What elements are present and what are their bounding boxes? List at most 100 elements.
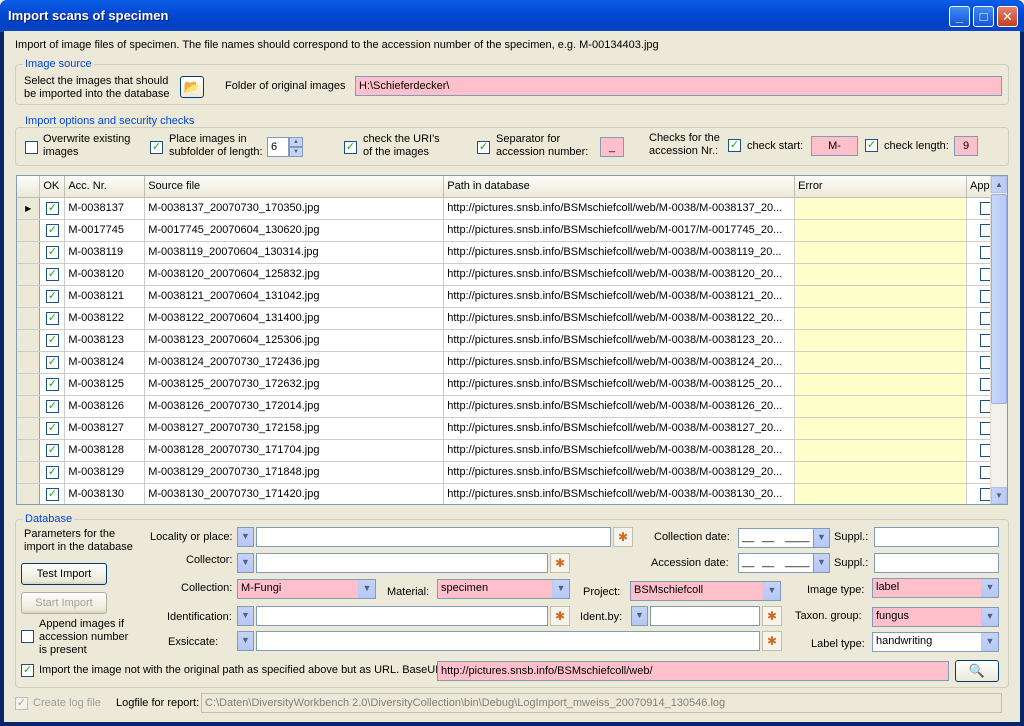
source-file-cell[interactable]: M-0038126_20070730_172014.jpg — [144, 395, 445, 418]
ok-checkbox[interactable]: ✓ — [45, 201, 59, 215]
column-header-acc-nr[interactable]: Acc. Nr. — [64, 176, 146, 198]
ok-checkbox[interactable]: ✓ — [45, 421, 59, 435]
row-header[interactable] — [17, 461, 41, 484]
source-file-cell[interactable]: M-0038120_20070604_125832.jpg — [144, 263, 445, 286]
ok-checkbox[interactable]: ✓ — [45, 245, 59, 259]
ok-checkbox[interactable]: ✓ — [45, 443, 59, 457]
path-cell[interactable]: http://pictures.snsb.info/BSMschiefcoll/… — [443, 329, 796, 352]
minimize-button[interactable]: _ — [949, 6, 970, 27]
source-file-cell[interactable]: M-0038125_20070730_172632.jpg — [144, 373, 445, 396]
path-cell[interactable]: http://pictures.snsb.info/BSMschiefcoll/… — [443, 351, 796, 374]
accession-date-picker[interactable]: __ __ ____ — [738, 553, 815, 573]
acc-nr-cell[interactable]: M-0038124 — [64, 351, 146, 374]
path-cell[interactable]: http://pictures.snsb.info/BSMschiefcoll/… — [443, 307, 796, 330]
collection-combo[interactable]: M-Fungi ▼ — [237, 579, 376, 599]
chevron-down-icon[interactable]: ▼ — [763, 582, 780, 600]
column-header-path[interactable]: Path in database — [443, 176, 796, 198]
separator-checkbox[interactable]: ✓ — [477, 141, 490, 154]
baseurl-checkbox[interactable]: ✓ — [21, 664, 34, 677]
check-uri-checkbox[interactable]: ✓ — [344, 141, 357, 154]
identification-picker-icon[interactable]: ✱ — [550, 606, 570, 626]
column-header-source-file[interactable]: Source file — [144, 176, 445, 198]
scroll-thumb[interactable] — [991, 194, 1007, 404]
check-length-input[interactable]: 9 — [954, 136, 978, 156]
path-cell[interactable]: http://pictures.snsb.info/BSMschiefcoll/… — [443, 395, 796, 418]
error-cell[interactable] — [794, 461, 968, 484]
subfolder-checkbox[interactable]: ✓ — [150, 141, 163, 154]
separator-input[interactable]: _ — [600, 137, 624, 157]
source-file-cell[interactable]: M-0038127_20070730_172158.jpg — [144, 417, 445, 440]
maximize-button[interactable]: □ — [973, 6, 994, 27]
error-cell[interactable] — [794, 439, 968, 462]
acc-nr-cell[interactable]: M-0038128 — [64, 439, 146, 462]
start-import-button[interactable]: Start Import — [21, 592, 107, 614]
collection-date-dropdown-icon[interactable]: ▼ — [813, 528, 830, 548]
row-header[interactable] — [17, 285, 41, 308]
table-row[interactable]: ✓ M-0038127 M-0038127_20070730_172158.jpg h… — [17, 417, 1007, 440]
path-cell[interactable]: http://pictures.snsb.info/BSMschiefcoll/… — [443, 417, 796, 440]
source-file-cell[interactable]: M-0038129_20070730_171848.jpg — [144, 461, 445, 484]
collection-date-picker[interactable]: __ __ ____ — [738, 528, 815, 548]
acc-nr-cell[interactable]: M-0038119 — [64, 241, 146, 264]
collector-dropdown-icon[interactable]: ▼ — [237, 553, 254, 573]
spin-up-icon[interactable]: ▲ — [289, 137, 303, 147]
check-start-input[interactable]: M- — [811, 136, 858, 156]
table-row[interactable]: ▶ ✓ M-0038137 M-0038137_20070730_170350.jpg… — [17, 197, 1007, 220]
row-header[interactable] — [17, 351, 41, 374]
error-cell[interactable] — [794, 373, 968, 396]
acc-nr-cell[interactable]: M-0038121 — [64, 285, 146, 308]
collector-picker-icon[interactable]: ✱ — [550, 553, 570, 573]
search-icon[interactable]: 🔍 — [955, 660, 999, 682]
chevron-down-icon[interactable]: ▼ — [552, 580, 569, 598]
identby-dropdown-icon[interactable]: ▼ — [631, 606, 648, 626]
table-row[interactable]: ✓ M-0038129 M-0038129_20070730_171848.jpg h… — [17, 461, 1007, 484]
error-cell[interactable] — [794, 307, 968, 330]
acc-nr-cell[interactable]: M-0038125 — [64, 373, 146, 396]
overwrite-checkbox[interactable] — [25, 141, 38, 154]
source-file-cell[interactable]: M-0038130_20070730_171420.jpg — [144, 483, 445, 504]
path-cell[interactable]: http://pictures.snsb.info/BSMschiefcoll/… — [443, 461, 796, 484]
identification-input[interactable] — [256, 606, 548, 626]
image-type-combo[interactable]: label ▼ — [872, 578, 999, 598]
error-cell[interactable] — [794, 417, 968, 440]
chevron-down-icon[interactable]: ▼ — [981, 608, 998, 626]
check-length-checkbox[interactable]: ✓ — [865, 139, 878, 152]
row-header[interactable] — [17, 307, 41, 330]
row-header[interactable] — [17, 483, 41, 504]
acc-nr-cell[interactable]: M-0038130 — [64, 483, 146, 504]
material-combo[interactable]: specimen ▼ — [437, 579, 570, 599]
error-cell[interactable] — [794, 219, 968, 242]
error-cell[interactable] — [794, 241, 968, 264]
ok-checkbox[interactable]: ✓ — [45, 355, 59, 369]
subfolder-length-stepper[interactable]: ▲ ▼ — [289, 137, 303, 157]
path-cell[interactable]: http://pictures.snsb.info/BSMschiefcoll/… — [443, 373, 796, 396]
label-type-combo[interactable]: handwriting ▼ — [872, 632, 999, 652]
path-cell[interactable]: http://pictures.snsb.info/BSMschiefcoll/… — [443, 197, 796, 220]
taxon-group-combo[interactable]: fungus ▼ — [872, 607, 999, 627]
ok-checkbox[interactable]: ✓ — [45, 289, 59, 303]
row-header[interactable] — [17, 263, 41, 286]
ok-checkbox[interactable]: ✓ — [45, 465, 59, 479]
scroll-up-icon[interactable]: ▲ — [991, 176, 1007, 193]
source-file-cell[interactable]: M-0038124_20070730_172436.jpg — [144, 351, 445, 374]
path-cell[interactable]: http://pictures.snsb.info/BSMschiefcoll/… — [443, 285, 796, 308]
error-cell[interactable] — [794, 285, 968, 308]
append-checkbox[interactable] — [21, 630, 34, 643]
identby-picker-icon[interactable]: ✱ — [762, 606, 782, 626]
subfolder-length-input[interactable]: 6 — [267, 137, 289, 157]
row-header[interactable] — [17, 241, 41, 264]
table-row[interactable]: ✓ M-0038123 M-0038123_20070604_125306.jpg h… — [17, 329, 1007, 352]
acc-nr-cell[interactable]: M-0038129 — [64, 461, 146, 484]
test-import-button[interactable]: Test Import — [21, 563, 107, 585]
table-row[interactable]: ✓ M-0038126 M-0038126_20070730_172014.jpg h… — [17, 395, 1007, 418]
identby-input[interactable] — [650, 606, 760, 626]
table-row[interactable]: ✓ M-0038128 M-0038128_20070730_171704.jpg h… — [17, 439, 1007, 462]
locality-input[interactable] — [256, 527, 611, 547]
exsiccate-picker-icon[interactable]: ✱ — [762, 631, 782, 651]
source-file-cell[interactable]: M-0038119_20070604_130314.jpg — [144, 241, 445, 264]
table-row[interactable]: ✓ M-0038121 M-0038121_20070604_131042.jpg h… — [17, 285, 1007, 308]
row-header[interactable] — [17, 219, 41, 242]
path-cell[interactable]: http://pictures.snsb.info/BSMschiefcoll/… — [443, 263, 796, 286]
baseurl-input[interactable]: http://pictures.snsb.info/BSMschiefcoll/… — [437, 661, 949, 681]
ok-checkbox[interactable]: ✓ — [45, 333, 59, 347]
